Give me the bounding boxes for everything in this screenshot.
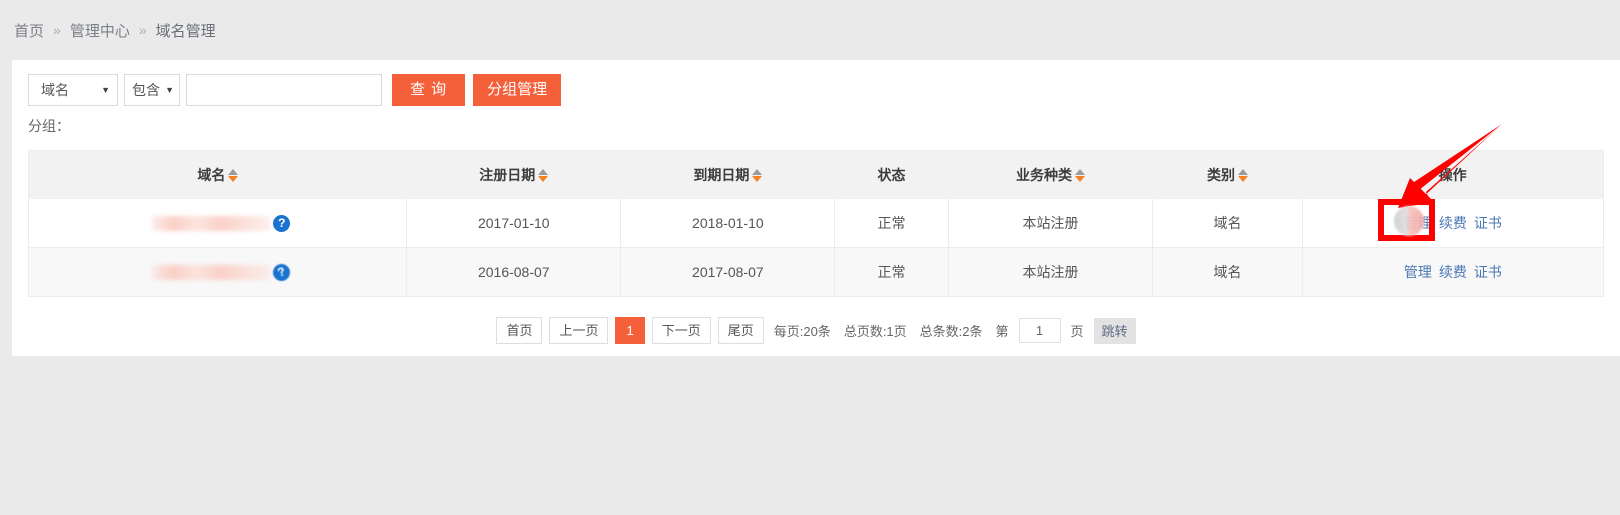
action-renew-link[interactable]: 续费: [1439, 262, 1467, 282]
column-header-expire-date[interactable]: 到期日期: [620, 151, 835, 199]
pagination: 首页 上一页 1 下一页 尾页 每页:20条 总页数:1页 总条数:2条 第 页…: [12, 297, 1620, 344]
sort-icon[interactable]: [228, 168, 239, 182]
pagination-total-pages-label: 总页数:1页: [843, 324, 907, 339]
cell-register-date: 2016-08-07: [406, 247, 622, 297]
breadcrumb-separator-icon: »: [53, 22, 61, 38]
cell-actions: 管理 续费 证书: [1302, 199, 1603, 248]
action-certificate-link[interactable]: 证书: [1474, 213, 1502, 233]
table-row: ? 2017-01-10 2018-01-10 正常 本站注册 域名 管理 续费…: [29, 199, 1603, 248]
chevron-down-icon: ▼: [101, 84, 110, 95]
cell-business-type: 本站注册: [948, 199, 1154, 248]
breadcrumb-separator-icon: »: [138, 22, 147, 38]
cell-expire-date: 2018-01-10: [620, 199, 836, 248]
sort-icon[interactable]: [752, 168, 763, 182]
pagination-jump-button[interactable]: 跳转: [1093, 317, 1136, 344]
pagination-jump-input[interactable]: [1018, 318, 1061, 343]
field-select-value: 域名: [41, 82, 69, 98]
search-button[interactable]: 查 询: [392, 74, 466, 106]
match-select-value: 包含: [132, 82, 160, 98]
field-select[interactable]: 域名 ▼: [28, 74, 118, 106]
column-header-domain-label: 域名: [197, 167, 226, 183]
table-header-row: 域名 注册日期 到期日期 状态 业务种类 类别 操作: [29, 151, 1603, 199]
cell-status: 正常: [834, 199, 949, 248]
domain-table-wrap: 域名 注册日期 到期日期 状态 业务种类 类别 操作 ? 2017-01-10 …: [28, 150, 1604, 297]
column-header-actions-label: 操作: [1438, 167, 1467, 183]
pagination-page-1-button[interactable]: 1: [615, 317, 645, 344]
cell-category: 域名: [1152, 247, 1303, 297]
breadcrumb-item-home[interactable]: 首页: [14, 20, 44, 41]
column-header-business-type[interactable]: 业务种类: [948, 151, 1153, 199]
group-label: 分组：: [28, 118, 70, 134]
pagination-total-records-label: 总条数:2条: [919, 324, 983, 339]
column-header-domain[interactable]: 域名: [29, 151, 407, 199]
cell-status: 正常: [834, 247, 949, 297]
pagination-next-button[interactable]: 下一页: [651, 317, 711, 344]
column-header-register-date-label: 注册日期: [479, 167, 536, 183]
sort-icon[interactable]: [538, 168, 549, 182]
column-header-category[interactable]: 类别: [1152, 151, 1303, 199]
chevron-down-icon: ▼: [165, 84, 174, 95]
pagination-prev-button[interactable]: 上一页: [549, 317, 609, 344]
redacted-domain-text: [152, 264, 271, 280]
column-header-status: 状态: [834, 151, 949, 199]
pagination-last-button[interactable]: 尾页: [717, 317, 764, 344]
cell-expire-date: 2017-08-07: [620, 247, 836, 297]
breadcrumb-item-domain-management: 域名管理: [155, 22, 216, 40]
domain-table: 域名 注册日期 到期日期 状态 业务种类 类别 操作 ? 2017-01-10 …: [29, 151, 1603, 297]
action-manage-link[interactable]: 管理: [1404, 262, 1432, 282]
cell-category: 域名: [1152, 199, 1303, 248]
redacted-domain-text: [152, 215, 271, 231]
cell-domain[interactable]: ?: [29, 247, 408, 297]
cell-actions: 管理 续费 证书: [1302, 247, 1603, 297]
cell-domain[interactable]: ?: [29, 199, 408, 248]
breadcrumb-item-admin-center[interactable]: 管理中心: [70, 20, 130, 41]
action-manage-link[interactable]: 管理: [1404, 213, 1432, 233]
help-question-icon[interactable]: ?: [273, 214, 291, 232]
column-header-status-label: 状态: [877, 167, 906, 183]
action-certificate-link[interactable]: 证书: [1474, 262, 1502, 282]
cell-register-date: 2017-01-10: [406, 199, 622, 248]
group-manage-button[interactable]: 分组管理: [473, 74, 562, 106]
content-card: 域名 ▼ 包含 ▼ 查 询 分组管理 分组： 域名 注册日期 到期日期 状态 业…: [12, 60, 1620, 356]
column-header-category-label: 类别: [1207, 167, 1236, 183]
sort-icon[interactable]: [1238, 168, 1249, 182]
filter-bar: 域名 ▼ 包含 ▼ 查 询 分组管理: [12, 60, 1620, 106]
pagination-first-button[interactable]: 首页: [496, 317, 543, 344]
breadcrumb: 首页 » 管理中心 » 域名管理: [0, 0, 1620, 60]
pagination-jump-prefix-label: 第: [995, 324, 1009, 339]
pagination-jump-suffix-label: 页: [1070, 324, 1084, 339]
match-select[interactable]: 包含 ▼: [124, 74, 180, 106]
pagination-per-page-label: 每页:20条: [773, 324, 831, 339]
table-row: ? 2016-08-07 2017-08-07 正常 本站注册 域名 管理 续费…: [29, 247, 1603, 297]
column-header-business-type-label: 业务种类: [1015, 167, 1072, 183]
cell-business-type: 本站注册: [948, 247, 1154, 297]
column-header-register-date[interactable]: 注册日期: [406, 151, 621, 199]
sort-icon[interactable]: [1074, 168, 1085, 182]
column-header-actions: 操作: [1302, 151, 1603, 199]
action-renew-link[interactable]: 续费: [1439, 213, 1467, 233]
help-question-icon[interactable]: ?: [271, 261, 293, 283]
keyword-input[interactable]: [186, 74, 382, 106]
column-header-expire-date-label: 到期日期: [693, 167, 750, 183]
